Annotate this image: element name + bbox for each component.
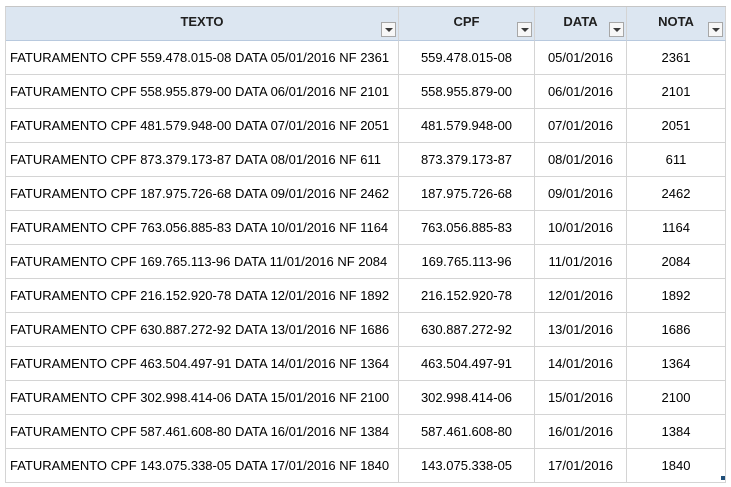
nota-cell[interactable]: 2361 [627, 41, 726, 75]
filter-dropdown-button-data[interactable] [609, 22, 624, 37]
nota-cell[interactable]: 611 [627, 143, 726, 177]
cpf-cell[interactable]: 763.056.885-83 [399, 211, 535, 245]
table-row: FATURAMENTO CPF 169.765.113-96 DATA 11/0… [6, 245, 726, 279]
column-header-cpf[interactable]: CPF [399, 7, 535, 41]
cpf-cell[interactable]: 587.461.608-80 [399, 415, 535, 449]
column-header-nota[interactable]: NOTA [627, 7, 726, 41]
chevron-down-icon [711, 27, 720, 32]
filter-dropdown-button-cpf[interactable] [517, 22, 532, 37]
cpf-cell[interactable]: 143.075.338-05 [399, 449, 535, 483]
cpf-cell[interactable]: 216.152.920-78 [399, 279, 535, 313]
data-cell[interactable]: 17/01/2016 [535, 449, 627, 483]
data-cell[interactable]: 15/01/2016 [535, 381, 627, 415]
data-cell[interactable]: 13/01/2016 [535, 313, 627, 347]
table-row: FATURAMENTO CPF 216.152.920-78 DATA 12/0… [6, 279, 726, 313]
texto-cell[interactable]: FATURAMENTO CPF 169.765.113-96 DATA 11/0… [6, 245, 399, 279]
cpf-cell[interactable]: 302.998.414-06 [399, 381, 535, 415]
texto-cell[interactable]: FATURAMENTO CPF 558.955.879-00 DATA 06/0… [6, 75, 399, 109]
chevron-down-icon [384, 27, 393, 32]
table-row: FATURAMENTO CPF 630.887.272-92 DATA 13/0… [6, 313, 726, 347]
data-cell[interactable]: 08/01/2016 [535, 143, 627, 177]
texto-cell[interactable]: FATURAMENTO CPF 216.152.920-78 DATA 12/0… [6, 279, 399, 313]
table-resize-handle[interactable] [721, 476, 725, 480]
nota-cell[interactable]: 1892 [627, 279, 726, 313]
nota-cell[interactable]: 2084 [627, 245, 726, 279]
cpf-cell[interactable]: 169.765.113-96 [399, 245, 535, 279]
data-cell[interactable]: 10/01/2016 [535, 211, 627, 245]
data-cell[interactable]: 12/01/2016 [535, 279, 627, 313]
chevron-down-icon [520, 27, 529, 32]
cpf-cell[interactable]: 481.579.948-00 [399, 109, 535, 143]
cpf-cell[interactable]: 558.955.879-00 [399, 75, 535, 109]
nota-cell[interactable]: 1840 [627, 449, 726, 483]
table-row: FATURAMENTO CPF 302.998.414-06 DATA 15/0… [6, 381, 726, 415]
table-header-row: TEXTO CPF DATA NOTA [6, 7, 726, 41]
texto-cell[interactable]: FATURAMENTO CPF 143.075.338-05 DATA 17/0… [6, 449, 399, 483]
column-header-label: DATA [563, 14, 598, 29]
table-row: FATURAMENTO CPF 481.579.948-00 DATA 07/0… [6, 109, 726, 143]
spreadsheet-table: TEXTO CPF DATA NOTA FATURAMENTO CPF 559.… [5, 6, 726, 483]
column-header-label: NOTA [658, 14, 694, 29]
texto-cell[interactable]: FATURAMENTO CPF 187.975.726-68 DATA 09/0… [6, 177, 399, 211]
nota-cell[interactable]: 1364 [627, 347, 726, 381]
cpf-cell[interactable]: 463.504.497-91 [399, 347, 535, 381]
nota-cell[interactable]: 2101 [627, 75, 726, 109]
texto-cell[interactable]: FATURAMENTO CPF 587.461.608-80 DATA 16/0… [6, 415, 399, 449]
filter-dropdown-button-nota[interactable] [708, 22, 723, 37]
texto-cell[interactable]: FATURAMENTO CPF 873.379.173-87 DATA 08/0… [6, 143, 399, 177]
table-row: FATURAMENTO CPF 143.075.338-05 DATA 17/0… [6, 449, 726, 483]
column-header-texto[interactable]: TEXTO [6, 7, 399, 41]
table-row: FATURAMENTO CPF 558.955.879-00 DATA 06/0… [6, 75, 726, 109]
filter-dropdown-button-texto[interactable] [381, 22, 396, 37]
texto-cell[interactable]: FATURAMENTO CPF 559.478.015-08 DATA 05/0… [6, 41, 399, 75]
nota-cell[interactable]: 1686 [627, 313, 726, 347]
data-cell[interactable]: 11/01/2016 [535, 245, 627, 279]
texto-cell[interactable]: FATURAMENTO CPF 481.579.948-00 DATA 07/0… [6, 109, 399, 143]
cpf-cell[interactable]: 559.478.015-08 [399, 41, 535, 75]
table-row: FATURAMENTO CPF 187.975.726-68 DATA 09/0… [6, 177, 726, 211]
nota-cell[interactable]: 1164 [627, 211, 726, 245]
nota-cell[interactable]: 1384 [627, 415, 726, 449]
table-row: FATURAMENTO CPF 763.056.885-83 DATA 10/0… [6, 211, 726, 245]
table-body: FATURAMENTO CPF 559.478.015-08 DATA 05/0… [6, 41, 726, 483]
cpf-cell[interactable]: 873.379.173-87 [399, 143, 535, 177]
chevron-down-icon [612, 27, 621, 32]
data-cell[interactable]: 07/01/2016 [535, 109, 627, 143]
cpf-cell[interactable]: 187.975.726-68 [399, 177, 535, 211]
cpf-cell[interactable]: 630.887.272-92 [399, 313, 535, 347]
column-header-label: CPF [453, 14, 480, 29]
texto-cell[interactable]: FATURAMENTO CPF 463.504.497-91 DATA 14/0… [6, 347, 399, 381]
data-cell[interactable]: 05/01/2016 [535, 41, 627, 75]
data-cell[interactable]: 14/01/2016 [535, 347, 627, 381]
table-row: FATURAMENTO CPF 873.379.173-87 DATA 08/0… [6, 143, 726, 177]
data-cell[interactable]: 06/01/2016 [535, 75, 627, 109]
nota-cell[interactable]: 2051 [627, 109, 726, 143]
table-row: FATURAMENTO CPF 559.478.015-08 DATA 05/0… [6, 41, 726, 75]
column-header-data[interactable]: DATA [535, 7, 627, 41]
texto-cell[interactable]: FATURAMENTO CPF 630.887.272-92 DATA 13/0… [6, 313, 399, 347]
nota-cell[interactable]: 2100 [627, 381, 726, 415]
table-row: FATURAMENTO CPF 587.461.608-80 DATA 16/0… [6, 415, 726, 449]
column-header-label: TEXTO [180, 14, 224, 29]
data-cell[interactable]: 09/01/2016 [535, 177, 627, 211]
texto-cell[interactable]: FATURAMENTO CPF 302.998.414-06 DATA 15/0… [6, 381, 399, 415]
data-cell[interactable]: 16/01/2016 [535, 415, 627, 449]
nota-cell[interactable]: 2462 [627, 177, 726, 211]
table-row: FATURAMENTO CPF 463.504.497-91 DATA 14/0… [6, 347, 726, 381]
texto-cell[interactable]: FATURAMENTO CPF 763.056.885-83 DATA 10/0… [6, 211, 399, 245]
